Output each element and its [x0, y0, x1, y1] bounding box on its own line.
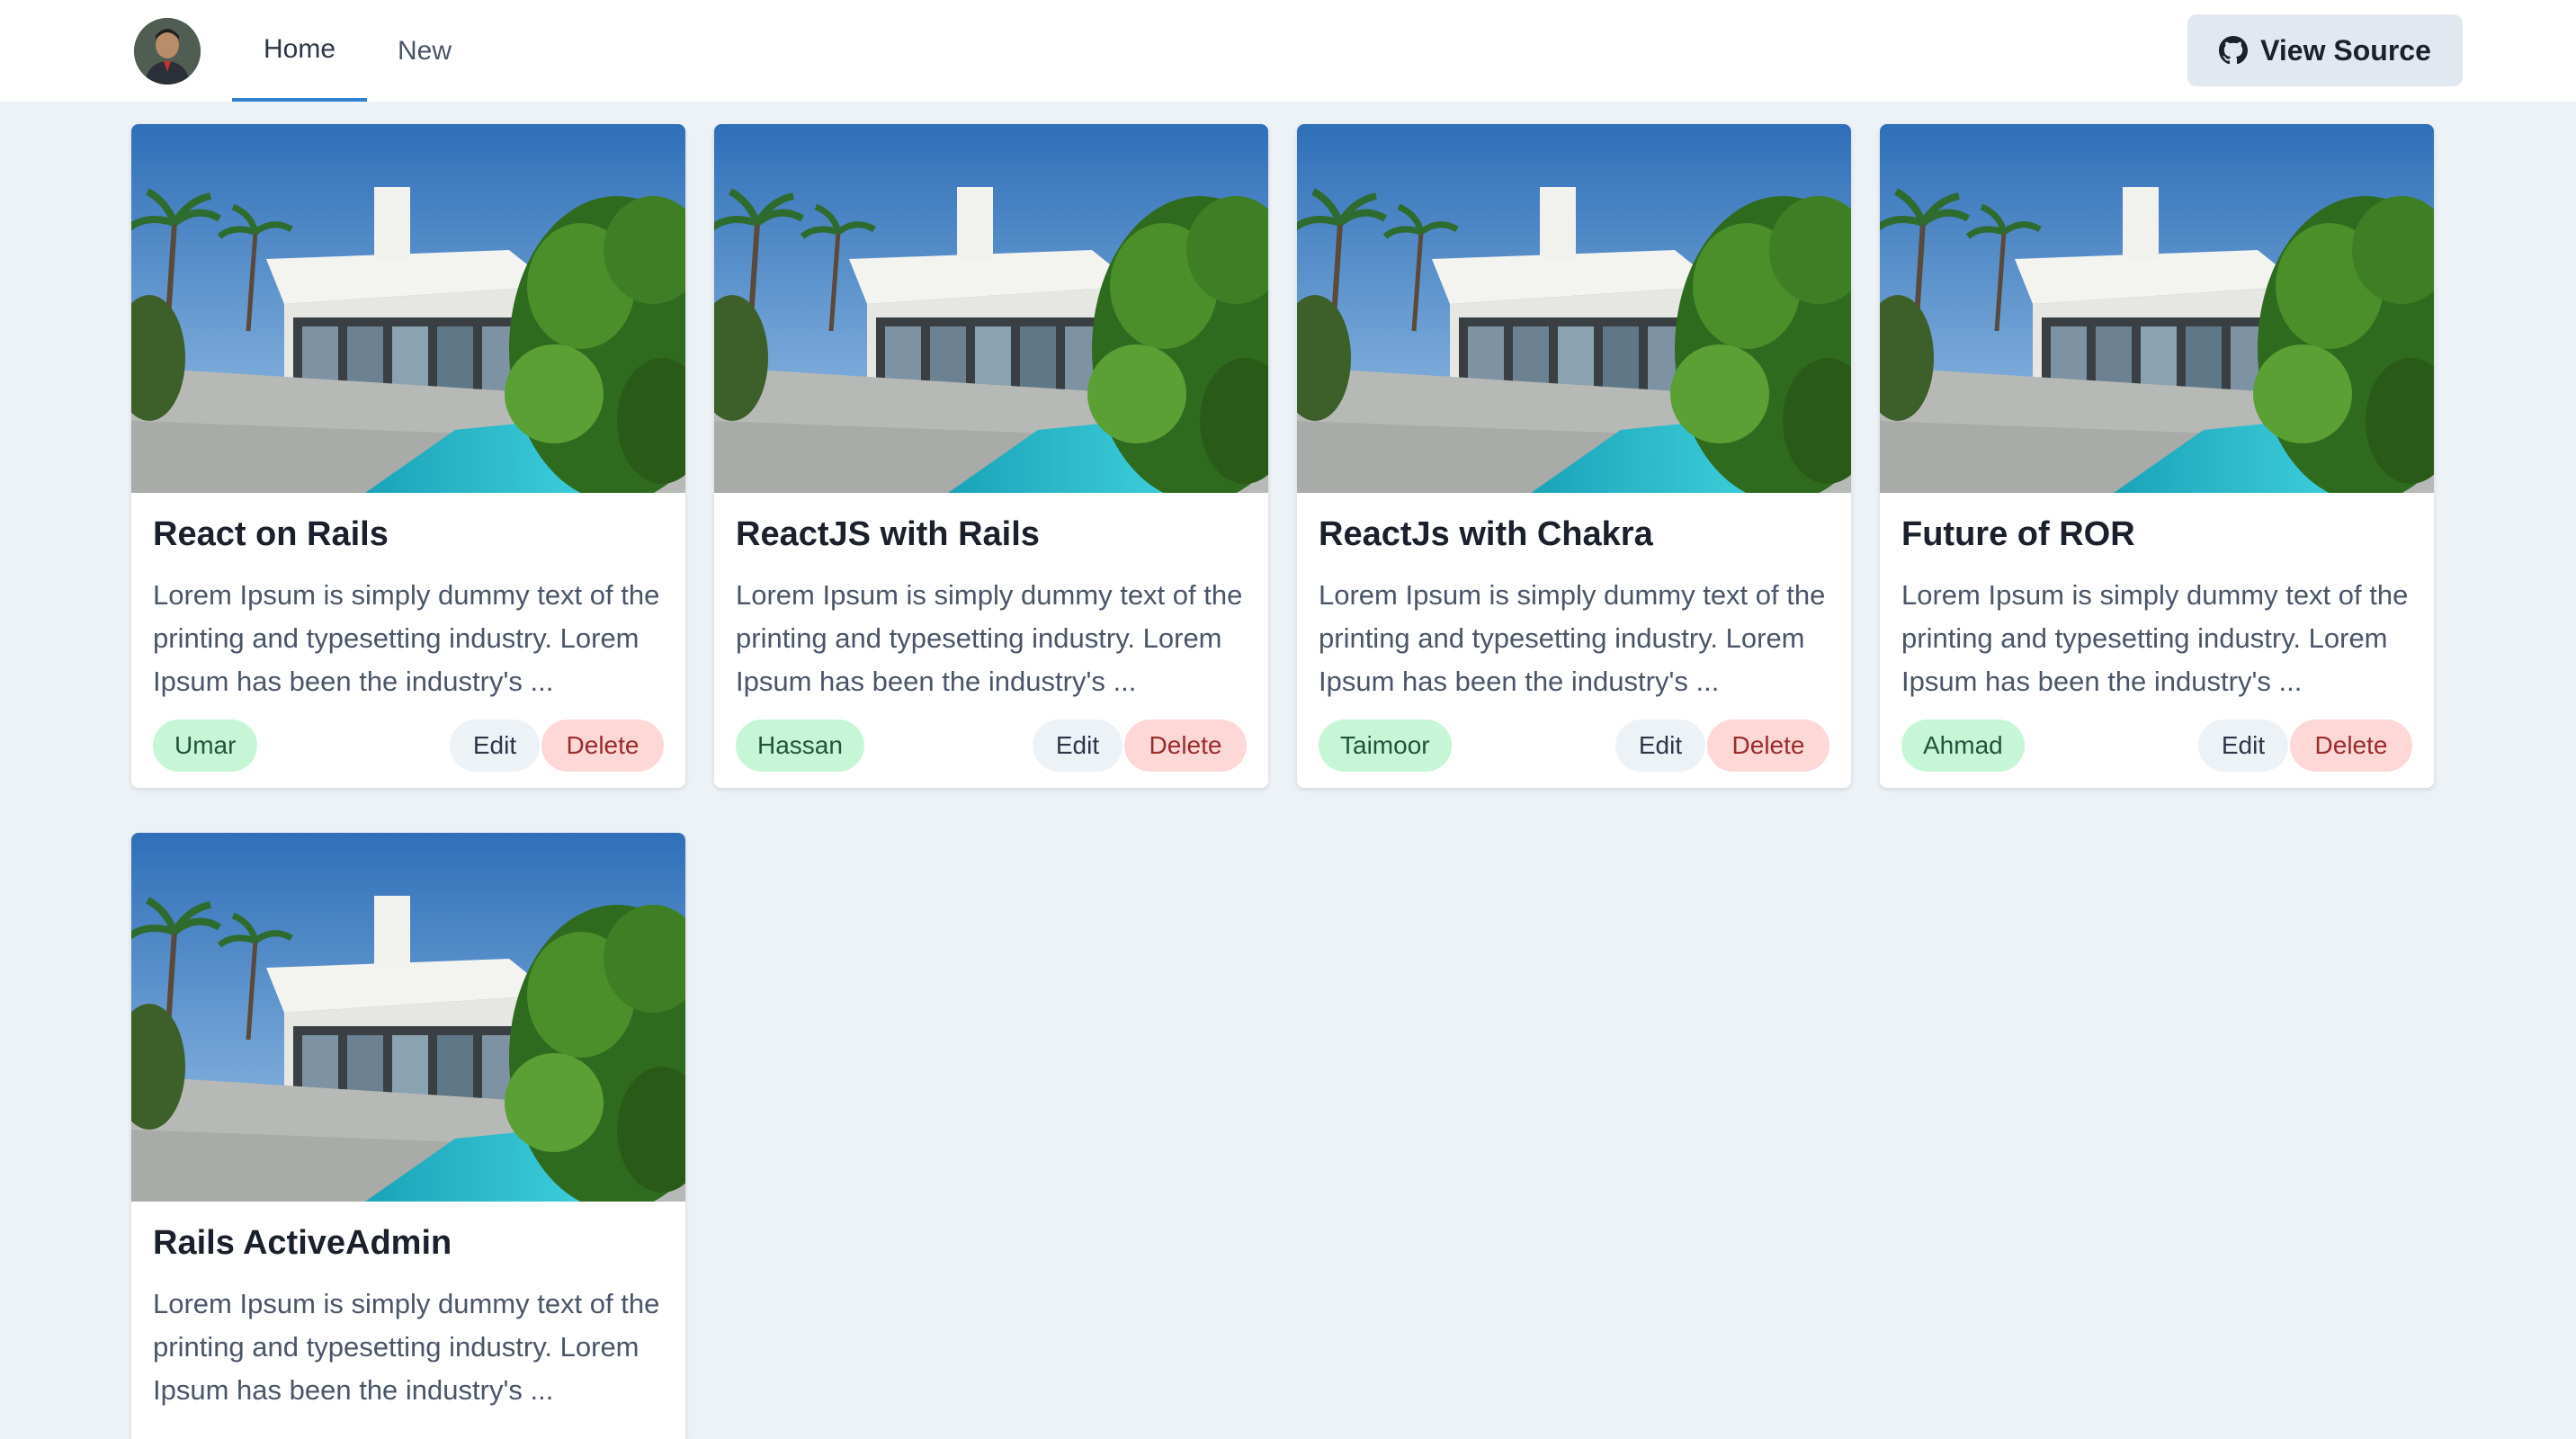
- author-badge: Taimoor: [1319, 720, 1452, 772]
- card-title[interactable]: Future of ROR: [1901, 493, 2412, 554]
- author-badge: Umar: [153, 720, 258, 772]
- edit-button[interactable]: Edit: [1033, 720, 1123, 772]
- view-source-label: View Source: [2260, 33, 2431, 67]
- post-card: ReactJS with Rails Lorem Ipsum is simply…: [714, 124, 1268, 788]
- card-image: [131, 124, 685, 493]
- nav-tab-home[interactable]: Home: [232, 0, 367, 102]
- post-card: React on Rails Lorem Ipsum is simply dum…: [131, 124, 685, 788]
- post-card: ReactJs with Chakra Lorem Ipsum is simpl…: [1297, 124, 1851, 788]
- delete-button[interactable]: Delete: [541, 720, 664, 772]
- avatar-image: [134, 18, 201, 85]
- card-title[interactable]: React on Rails: [153, 493, 664, 554]
- delete-button[interactable]: Delete: [2290, 720, 2412, 772]
- card-title[interactable]: ReactJS with Rails: [736, 493, 1247, 554]
- card-description: Lorem Ipsum is simply dummy text of the …: [1901, 579, 2409, 697]
- post-card: Future of ROR Lorem Ipsum is simply dumm…: [1880, 124, 2434, 788]
- user-avatar[interactable]: [134, 18, 201, 85]
- card-title[interactable]: Rails ActiveAdmin: [153, 1202, 664, 1263]
- card-description: Lorem Ipsum is simply dummy text of the …: [1319, 579, 1826, 697]
- author-badge: Hassan: [736, 720, 864, 772]
- nav-tab-new[interactable]: New: [378, 0, 471, 102]
- card-image: [1297, 124, 1851, 493]
- delete-button[interactable]: Delete: [1124, 720, 1247, 772]
- author-badge: Ahmad: [1901, 720, 2025, 772]
- top-nav-bar: Home New View Source: [0, 0, 2576, 102]
- card-image: [714, 124, 1268, 493]
- card-description: Lorem Ipsum is simply dummy text of the …: [153, 579, 660, 697]
- card-image: [131, 833, 685, 1202]
- delete-button[interactable]: Delete: [1707, 720, 1829, 772]
- card-description: Lorem Ipsum is simply dummy text of the …: [153, 1288, 660, 1406]
- view-source-button[interactable]: View Source: [2187, 14, 2463, 86]
- card-description: Lorem Ipsum is simply dummy text of the …: [736, 579, 1243, 697]
- edit-button[interactable]: Edit: [450, 720, 540, 772]
- github-icon: [2219, 36, 2249, 65]
- card-image: [1880, 124, 2434, 493]
- edit-button[interactable]: Edit: [2198, 720, 2288, 772]
- post-card: Rails ActiveAdmin Lorem Ipsum is simply …: [131, 833, 685, 1439]
- edit-button[interactable]: Edit: [1615, 720, 1705, 772]
- card-title[interactable]: ReactJs with Chakra: [1319, 493, 1829, 554]
